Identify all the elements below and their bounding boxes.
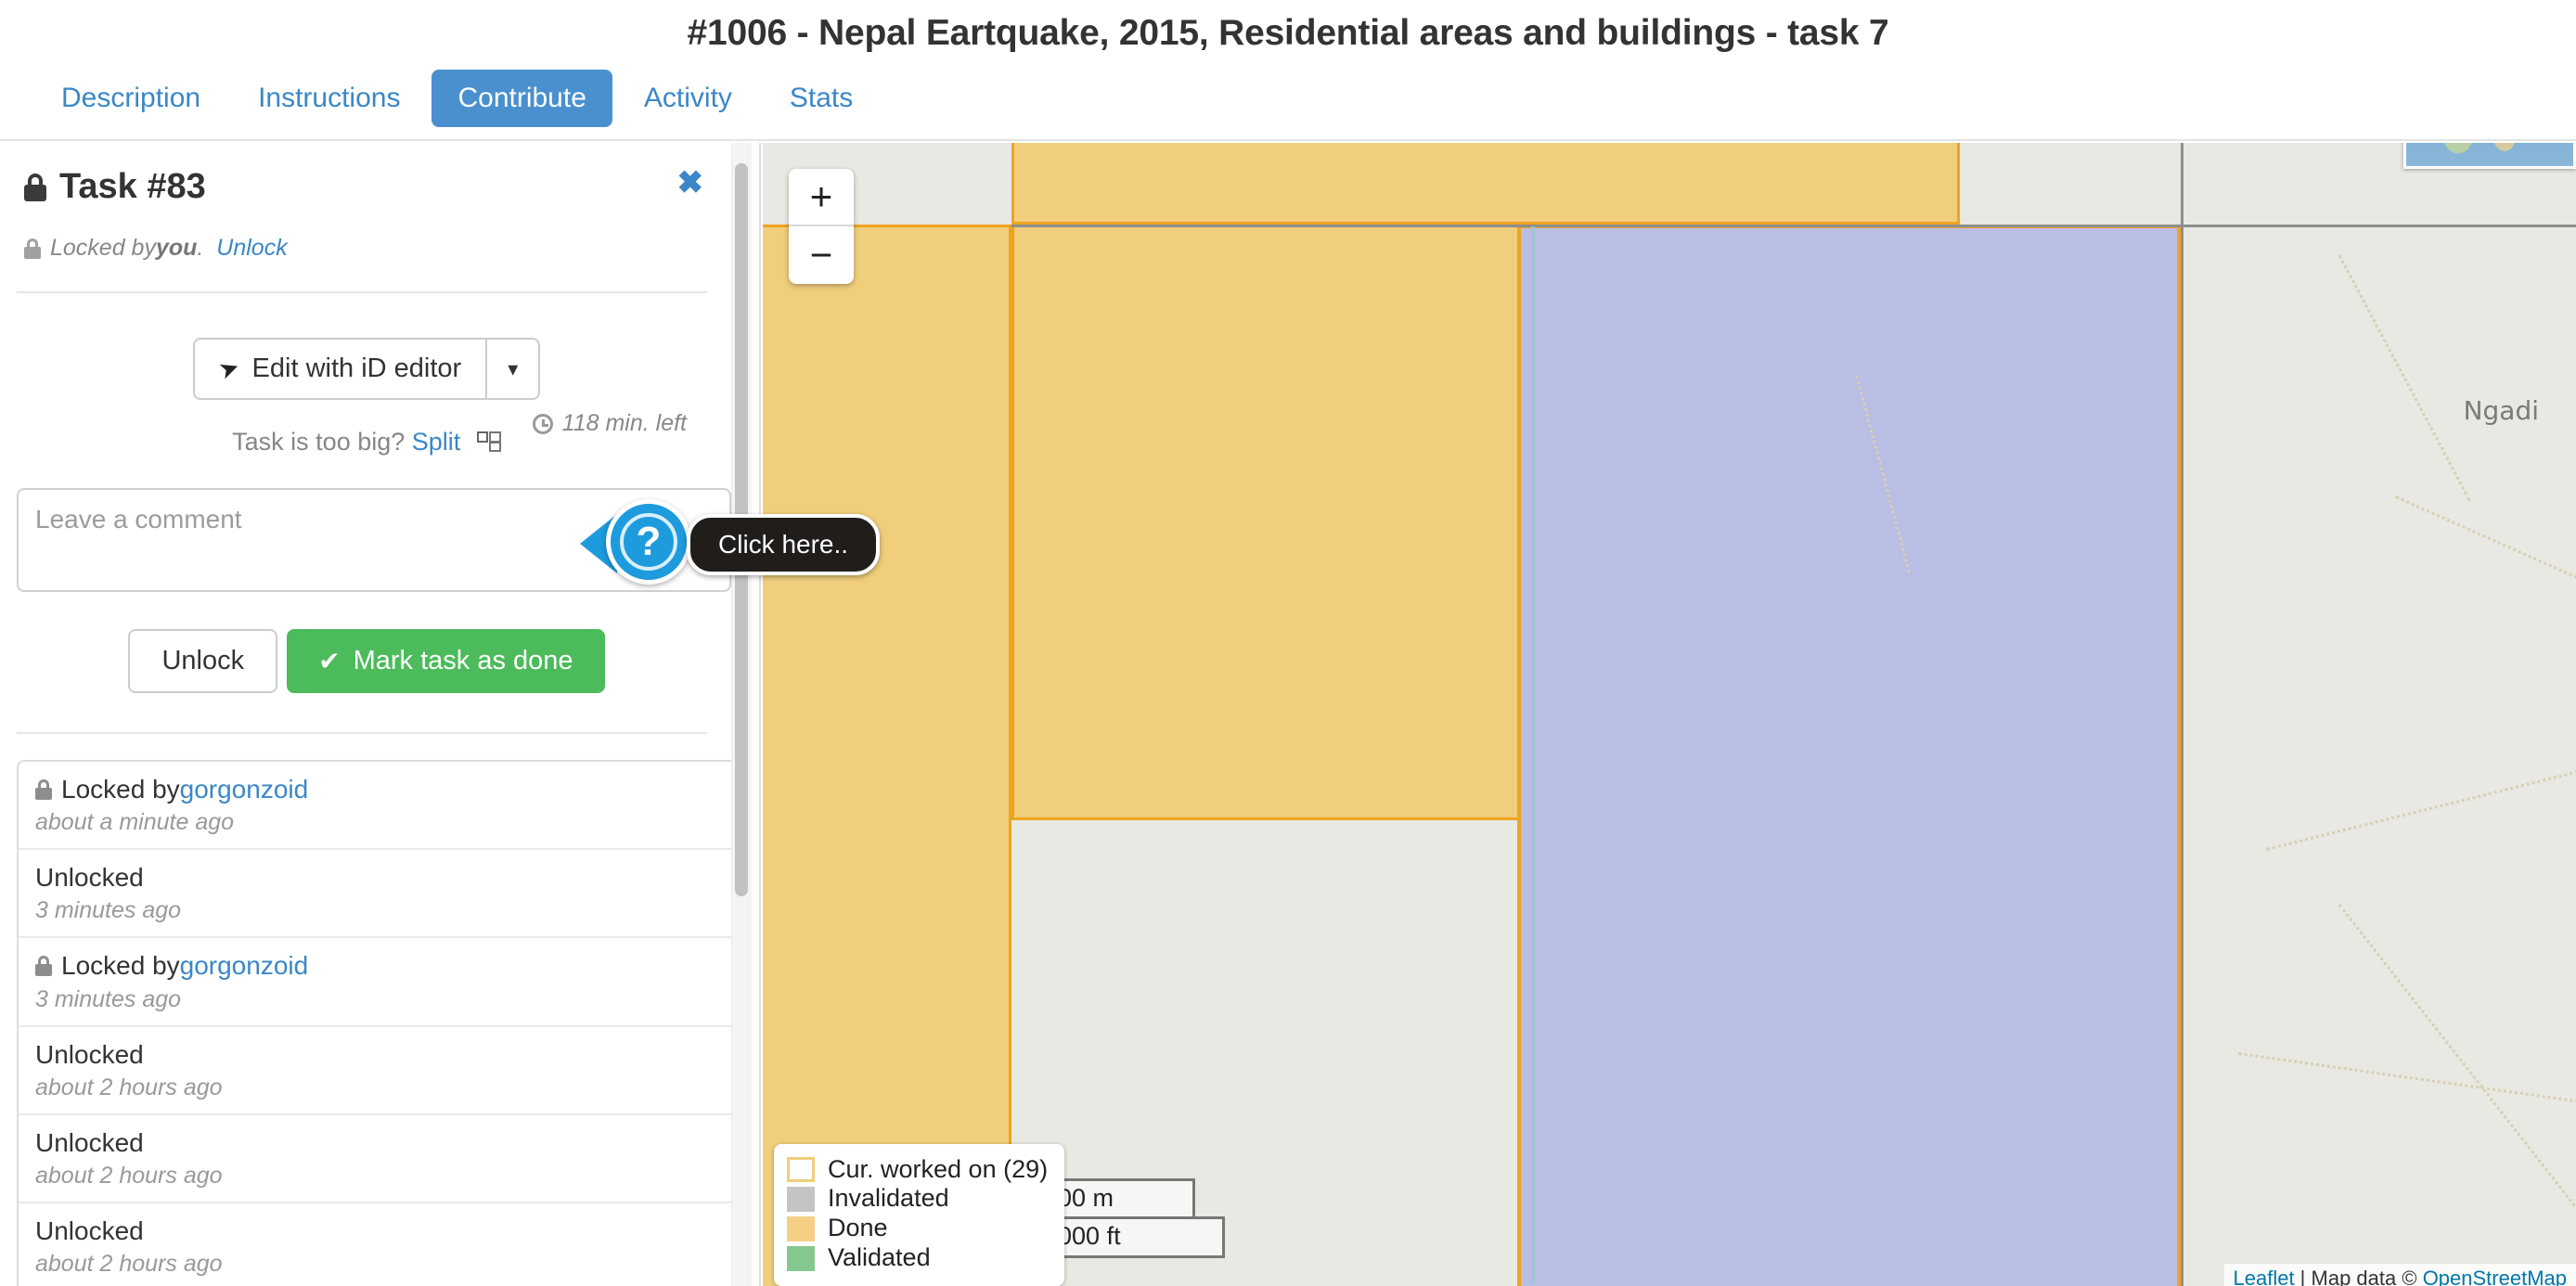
history-action: Locked by (61, 775, 180, 804)
list-item[interactable]: Unlocked about 2 hours ago (19, 1203, 735, 1286)
lock-icon (35, 956, 52, 977)
world-minimap[interactable] (2403, 143, 2576, 169)
lock-small-icon (24, 238, 41, 259)
divider-bottom (17, 732, 707, 734)
list-item[interactable]: Unlocked about 2 hours ago (19, 1115, 735, 1203)
history-time: about 2 hours ago (35, 1074, 223, 1100)
history-time: 3 minutes ago (35, 897, 182, 924)
legend-swatch-done (787, 1215, 815, 1241)
minimap-world-image (2406, 143, 2573, 166)
legend-item-invalidated: Invalidated (787, 1184, 1048, 1214)
legend-label: Cur. worked on (29) (828, 1154, 1049, 1183)
tab-description[interactable]: Description (35, 70, 226, 127)
legend-item-done: Done (787, 1214, 1048, 1243)
lock-status-prefix: Locked by (50, 235, 156, 261)
chevron-down-icon: ▾ (508, 356, 519, 380)
legend-swatch-invalidated (787, 1186, 815, 1212)
legend-label: Validated (828, 1243, 931, 1272)
legend-item-validated: Validated (787, 1243, 1048, 1273)
history-action: Locked by (61, 951, 180, 981)
task-action-row: Unlock ✔ Mark task as done (17, 629, 716, 693)
mark-done-label: Mark task as done (353, 646, 573, 675)
history-time: about a minute ago (35, 809, 235, 836)
history-action: Unlocked (35, 1127, 144, 1157)
map-place-label: Ngadi (2463, 395, 2539, 426)
history-time: about 2 hours ago (35, 1162, 223, 1189)
edit-button-label: Edit with iD editor (251, 354, 462, 383)
grid-line (2181, 143, 2183, 1286)
tab-stats[interactable]: Stats (764, 70, 879, 127)
check-icon: ✔ (318, 647, 341, 675)
page-title: #1006 - Nepal Eartquake, 2015, Residenti… (687, 13, 1889, 53)
edit-with-id-editor-button[interactable]: ➤ Edit with iD editor (192, 338, 486, 400)
list-item[interactable]: Unlocked 3 minutes ago (19, 850, 735, 939)
edit-button-group: ➤ Edit with iD editor ▾ (192, 338, 541, 400)
zoom-in-button[interactable]: + (789, 169, 854, 226)
zoom-out-button[interactable]: − (789, 226, 854, 284)
list-item[interactable]: Locked by gorgonzoid 3 minutes ago (19, 938, 735, 1027)
list-item[interactable]: Unlocked about 2 hours ago (19, 1027, 735, 1115)
river-path (1531, 226, 1535, 1284)
list-item[interactable]: Locked by gorgonzoid about a minute ago (19, 762, 735, 851)
history-action: Unlocked (35, 1215, 144, 1245)
legend-swatch-current (787, 1156, 815, 1182)
lock-status-suffix: . (197, 235, 204, 261)
legend-label: Invalidated (828, 1184, 949, 1213)
task-side-panel: Task #83 Locked by you . Unlock ➤ Edit w… (0, 143, 761, 1286)
arrow-share-icon: ➤ (214, 352, 243, 385)
history-time: about 2 hours ago (35, 1251, 223, 1278)
openstreetmap-link[interactable]: OpenStreetMap (2423, 1267, 2567, 1286)
lock-icon (35, 779, 52, 801)
map-legend: Cur. worked on (29) Invalidated Done Val… (774, 1143, 1065, 1286)
unlock-button[interactable]: Unlock (128, 629, 278, 693)
lock-icon (24, 173, 46, 201)
task-timer: 118 min. left (532, 410, 687, 437)
task-history-list: Locked by gorgonzoid about a minute ago … (17, 760, 737, 1286)
legend-item-current: Cur. worked on (29) (787, 1155, 1048, 1185)
lock-status-row: Locked by you . Unlock (17, 235, 716, 262)
map-attribution: Leaflet | Map data © OpenStreetMap (2223, 1264, 2576, 1286)
tab-instructions[interactable]: Instructions (232, 70, 426, 127)
history-user[interactable]: gorgonzoid (180, 951, 309, 981)
close-icon[interactable]: ✖ (677, 167, 704, 199)
timer-text: 118 min. left (561, 410, 687, 436)
task-cell-current[interactable] (1517, 225, 2181, 1286)
attribution-separator: | (2294, 1267, 2312, 1286)
clock-icon (532, 413, 553, 434)
legend-swatch-validated (787, 1245, 815, 1271)
history-user[interactable]: gorgonzoid (180, 775, 309, 804)
task-header: Task #83 (17, 143, 716, 207)
mark-task-done-button[interactable]: ✔ Mark task as done (287, 629, 605, 693)
click-here-tooltip: Click here.. (687, 514, 881, 575)
task-title: Task #83 (59, 167, 206, 206)
split-prompt: Task is too big? (232, 428, 406, 456)
history-action: Unlocked (35, 863, 144, 893)
task-cell-done[interactable] (763, 225, 1011, 1286)
grid-line (1011, 225, 2576, 227)
tab-bar: Description Instructions Contribute Acti… (0, 58, 2576, 141)
comment-input[interactable] (17, 488, 731, 592)
map-zoom-controls[interactable]: + − (789, 169, 854, 284)
map-background-cell (2181, 143, 2576, 1286)
split-grid-icon (476, 431, 501, 454)
task-panel-scroll-area: Task #83 Locked by you . Unlock ➤ Edit w… (0, 143, 737, 1286)
unlock-link[interactable]: Unlock (216, 235, 287, 262)
attribution-text: Map data © (2311, 1267, 2423, 1286)
history-action: Unlocked (35, 1039, 144, 1069)
main-content: Task #83 Locked by you . Unlock ➤ Edit w… (0, 143, 2576, 1286)
divider-top (17, 291, 707, 293)
leaflet-link[interactable]: Leaflet (2234, 1267, 2295, 1286)
legend-label: Done (828, 1214, 888, 1242)
task-map[interactable]: Ngadi + − Cur. worked on (29) Invalidate… (763, 143, 2576, 1286)
history-time: 3 minutes ago (35, 985, 182, 1012)
task-cell-done[interactable] (1011, 143, 1960, 225)
edit-button-wrapper: ➤ Edit with iD editor ▾ (17, 338, 716, 400)
tab-contribute[interactable]: Contribute (431, 70, 612, 127)
edit-dropdown-button[interactable]: ▾ (485, 338, 541, 400)
lock-status-user: you (155, 235, 198, 261)
split-link[interactable]: Split (412, 428, 461, 456)
tab-activity[interactable]: Activity (618, 70, 758, 127)
